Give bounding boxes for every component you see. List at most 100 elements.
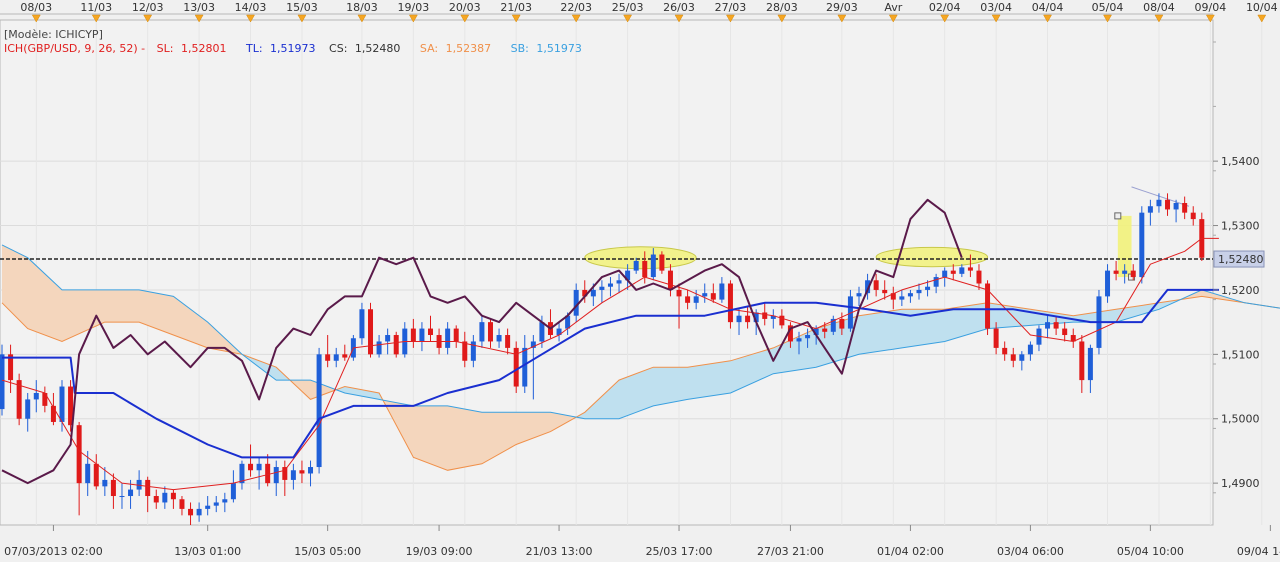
candle-bullish (1173, 203, 1179, 210)
candle-bearish (188, 508, 194, 516)
candle-bearish (1190, 212, 1196, 220)
x-tick-label: 01/04 02:00 (877, 545, 944, 558)
candle-bearish (839, 318, 845, 329)
top-date-label: 21/03 (500, 1, 532, 14)
candle-bearish (505, 335, 511, 348)
candle-bullish (1147, 206, 1153, 213)
chart-container: 1,4900 1,5000 1,5100 1,5200 1,5300 1,5400 08/… (0, 0, 1280, 562)
candle-bearish (299, 470, 305, 474)
candle-bearish (1062, 328, 1068, 336)
candle-bearish (659, 254, 665, 271)
candle-bullish (0, 354, 5, 410)
model-label: [Modèle: ICHICYP] (4, 28, 103, 41)
candle-bullish (539, 322, 545, 342)
top-date-label: 28/03 (766, 1, 798, 14)
candle-bullish (633, 260, 639, 271)
candle-bearish (1079, 341, 1085, 381)
legend-sl-value: 1,52801 (181, 42, 227, 55)
legend-sa-label: SA: (420, 42, 438, 55)
candle-bullish (85, 463, 91, 484)
candle-bullish (650, 254, 656, 278)
candle-bullish (522, 347, 528, 387)
y-tick-label: 1,4900 (1221, 477, 1260, 490)
top-date-label: 03/04 (980, 1, 1012, 14)
y-tick-label: 1,5100 (1221, 348, 1260, 361)
indicator-title: ICH(GBP/USD, 9, 26, 52) - (4, 42, 145, 55)
candle-bearish (779, 315, 785, 326)
candle-bearish (265, 463, 271, 484)
y-tick-label: 1,5300 (1221, 220, 1260, 233)
top-date-label: Avr (884, 1, 902, 14)
candle-bearish (462, 341, 468, 361)
candle-bullish (25, 399, 31, 419)
x-tick-label: 09/04 14:00 (1237, 545, 1280, 558)
legend-cs-label: CS: (329, 42, 347, 55)
candle-bullish (899, 296, 905, 300)
candle-bullish (736, 315, 742, 323)
candle-bearish (93, 463, 99, 487)
top-date-label: 29/03 (826, 1, 858, 14)
candle-bullish (102, 479, 108, 487)
candle-bearish (967, 267, 973, 271)
candle-bullish (316, 354, 322, 468)
candle-bearish (1165, 199, 1171, 210)
candle-bullish (496, 335, 502, 342)
legend-sa-value: 1,52387 (446, 42, 492, 55)
candle-bearish (993, 328, 999, 348)
ichimoku-chart: 1,4900 1,5000 1,5100 1,5200 1,5300 1,5400 08/… (0, 0, 1280, 558)
candle-bearish (487, 322, 493, 342)
candle-bullish (1122, 270, 1128, 274)
x-tick-label: 03/04 06:00 (997, 545, 1064, 558)
top-date-label: 22/03 (560, 1, 592, 14)
candle-bullish (916, 289, 922, 294)
candle-bullish (933, 277, 939, 287)
candle-bearish (179, 499, 185, 509)
top-date-label: 08/04 (1143, 1, 1175, 14)
candle-bearish (822, 328, 828, 332)
candle-bearish (882, 289, 888, 294)
candle-bullish (1087, 347, 1093, 381)
candle-bearish (1113, 270, 1119, 274)
x-tick-label: 19/03 09:00 (406, 545, 473, 558)
candle-bullish (385, 335, 391, 342)
candle-bullish (616, 280, 622, 284)
top-date-label: 02/04 (929, 1, 961, 14)
top-date-label: 04/04 (1032, 1, 1064, 14)
candle-bearish (762, 312, 768, 319)
y-tick-label: 1,5400 (1221, 155, 1260, 168)
candle-bullish (599, 286, 605, 290)
top-date-label: 12/03 (132, 1, 164, 14)
top-date-label: 26/03 (663, 1, 695, 14)
candle-bullish (1105, 270, 1111, 297)
candle-bullish (1019, 354, 1025, 361)
candle-bullish (1156, 199, 1162, 207)
candle-bullish (942, 270, 948, 278)
candle-bullish (290, 470, 296, 480)
candle-bullish (213, 502, 219, 506)
legend-sb-label: SB: (511, 42, 529, 55)
candle-bullish (719, 283, 725, 300)
x-tick-label: 05/04 10:00 (1117, 545, 1184, 558)
candle-bullish (693, 296, 699, 303)
current-price-tag-text: 1,52480 (1218, 253, 1264, 266)
candle-bullish (196, 508, 202, 516)
candle-bearish (248, 463, 254, 471)
candle-bearish (1010, 354, 1016, 361)
candle-bullish (445, 328, 451, 348)
top-date-label: 10/04 (1246, 1, 1278, 14)
x-tick-label: 07/03/2013 02:00 (4, 545, 103, 558)
candle-bullish (419, 328, 425, 342)
candle-bullish (590, 289, 596, 297)
candle-bullish (796, 338, 802, 342)
candle-bullish (925, 286, 931, 290)
candle-bullish (162, 492, 168, 503)
legend-tl-label: TL: (245, 42, 263, 55)
candle-bearish (976, 270, 982, 284)
legend-sl-label: SL: (157, 42, 174, 55)
candle-bearish (676, 289, 682, 297)
candle-bullish (59, 386, 65, 422)
candle-bearish (76, 425, 82, 484)
candle-bearish (410, 328, 416, 342)
candle-bullish (856, 293, 862, 297)
candle-bullish (1045, 322, 1051, 329)
